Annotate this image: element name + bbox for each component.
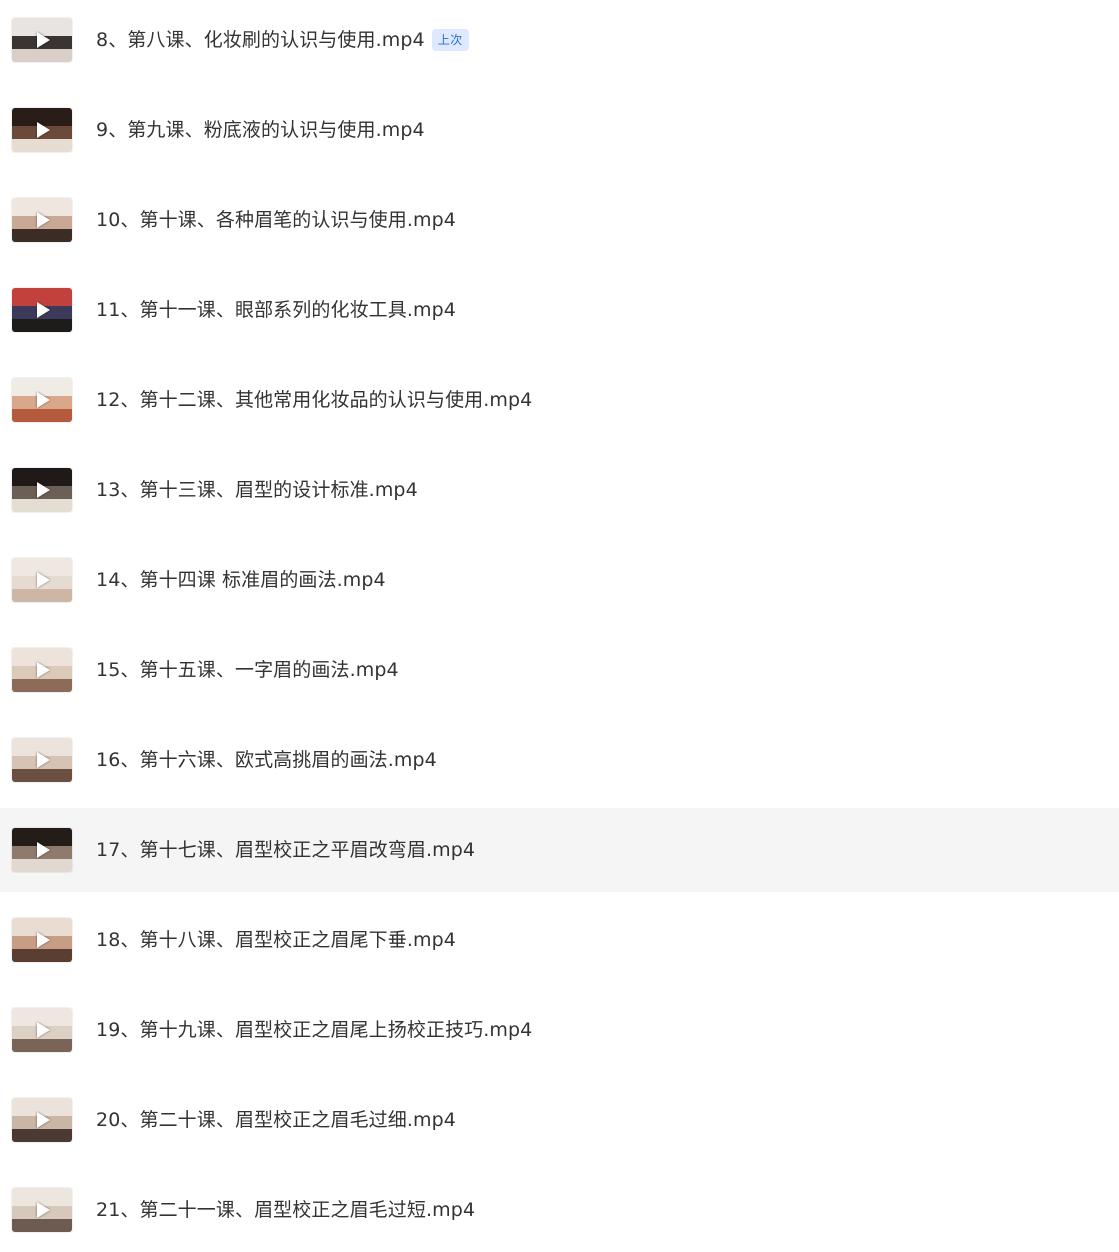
- file-name[interactable]: 15、第十五课、一字眉的画法.mp4: [96, 658, 399, 682]
- video-file-list: 8、第八课、化妆刷的认识与使用.mp4 上次 9、第九课、粉底液的认识与使用.mp4…: [0, 0, 1119, 1251]
- file-list-item[interactable]: 18、第十八课、眉型校正之眉尾下垂.mp4: [0, 898, 1119, 982]
- play-icon: [37, 842, 50, 858]
- play-icon: [37, 662, 50, 678]
- play-icon: [37, 1112, 50, 1128]
- file-name[interactable]: 14、第十四课 标准眉的画法.mp4: [96, 568, 386, 592]
- file-name[interactable]: 11、第十一课、眼部系列的化妆工具.mp4: [96, 298, 456, 322]
- video-thumbnail[interactable]: [12, 648, 72, 692]
- file-name[interactable]: 8、第八课、化妆刷的认识与使用.mp4: [96, 28, 425, 52]
- video-thumbnail[interactable]: [12, 1008, 72, 1052]
- file-list-item[interactable]: 17、第十七课、眉型校正之平眉改弯眉.mp4: [0, 808, 1119, 892]
- file-name[interactable]: 19、第十九课、眉型校正之眉尾上扬校正技巧.mp4: [96, 1018, 532, 1042]
- file-list-item[interactable]: 8、第八课、化妆刷的认识与使用.mp4 上次: [0, 0, 1119, 82]
- file-list-item[interactable]: 13、第十三课、眉型的设计标准.mp4: [0, 448, 1119, 532]
- last-watched-badge: 上次: [431, 29, 469, 51]
- video-thumbnail[interactable]: [12, 918, 72, 962]
- file-name[interactable]: 12、第十二课、其他常用化妆品的认识与使用.mp4: [96, 388, 532, 412]
- play-icon: [37, 122, 50, 138]
- file-list-item[interactable]: 14、第十四课 标准眉的画法.mp4: [0, 538, 1119, 622]
- file-list-item[interactable]: 20、第二十课、眉型校正之眉毛过细.mp4: [0, 1078, 1119, 1162]
- play-icon: [37, 302, 50, 318]
- file-list-item[interactable]: 10、第十课、各种眉笔的认识与使用.mp4: [0, 178, 1119, 262]
- play-icon: [37, 32, 50, 48]
- play-icon: [37, 1022, 50, 1038]
- file-list-item[interactable]: 11、第十一课、眼部系列的化妆工具.mp4: [0, 268, 1119, 352]
- file-list-item[interactable]: 19、第十九课、眉型校正之眉尾上扬校正技巧.mp4: [0, 988, 1119, 1072]
- video-thumbnail[interactable]: [12, 828, 72, 872]
- file-list-item[interactable]: 15、第十五课、一字眉的画法.mp4: [0, 628, 1119, 712]
- video-thumbnail[interactable]: [12, 378, 72, 422]
- play-icon: [37, 212, 50, 228]
- video-thumbnail[interactable]: [12, 468, 72, 512]
- video-thumbnail[interactable]: [12, 1188, 72, 1232]
- play-icon: [37, 572, 50, 588]
- play-icon: [37, 482, 50, 498]
- video-thumbnail[interactable]: [12, 288, 72, 332]
- video-thumbnail[interactable]: [12, 198, 72, 242]
- file-name[interactable]: 20、第二十课、眉型校正之眉毛过细.mp4: [96, 1108, 456, 1132]
- file-list-item[interactable]: 16、第十六课、欧式高挑眉的画法.mp4: [0, 718, 1119, 802]
- file-name[interactable]: 16、第十六课、欧式高挑眉的画法.mp4: [96, 748, 437, 772]
- video-thumbnail[interactable]: [12, 1098, 72, 1142]
- file-name[interactable]: 13、第十三课、眉型的设计标准.mp4: [96, 478, 418, 502]
- video-thumbnail[interactable]: [12, 738, 72, 782]
- video-thumbnail[interactable]: [12, 108, 72, 152]
- file-list-item[interactable]: 12、第十二课、其他常用化妆品的认识与使用.mp4: [0, 358, 1119, 442]
- play-icon: [37, 392, 50, 408]
- play-icon: [37, 1202, 50, 1218]
- file-name[interactable]: 9、第九课、粉底液的认识与使用.mp4: [96, 118, 425, 142]
- file-list-item[interactable]: 9、第九课、粉底液的认识与使用.mp4: [0, 88, 1119, 172]
- file-name[interactable]: 18、第十八课、眉型校正之眉尾下垂.mp4: [96, 928, 456, 952]
- file-name[interactable]: 21、第二十一课、眉型校正之眉毛过短.mp4: [96, 1198, 475, 1222]
- video-thumbnail[interactable]: [12, 18, 72, 62]
- file-name[interactable]: 10、第十课、各种眉笔的认识与使用.mp4: [96, 208, 456, 232]
- video-thumbnail[interactable]: [12, 558, 72, 602]
- file-list-item[interactable]: 21、第二十一课、眉型校正之眉毛过短.mp4: [0, 1168, 1119, 1252]
- file-name[interactable]: 17、第十七课、眉型校正之平眉改弯眉.mp4: [96, 838, 475, 862]
- play-icon: [37, 932, 50, 948]
- play-icon: [37, 752, 50, 768]
